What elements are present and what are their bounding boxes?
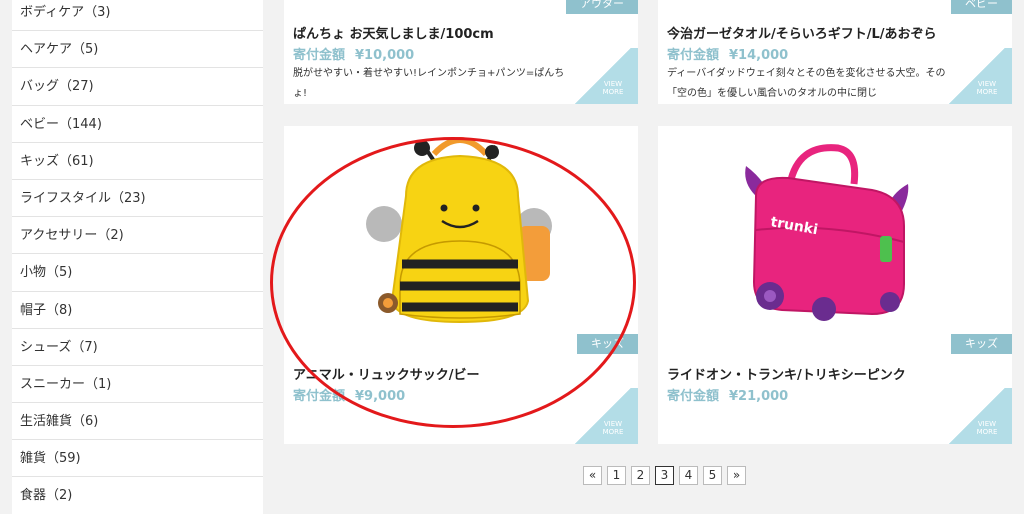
product-title[interactable]: アニマル・リュックサック/ビー bbox=[293, 364, 480, 383]
product-card[interactable]: キッズ アニマル・リュックサック/ビー 寄付金額 ¥9,000 VIEW MORE bbox=[284, 126, 638, 444]
product-price: 寄付金額 ¥14,000 bbox=[667, 44, 788, 63]
price-label: 寄付金額 bbox=[667, 48, 720, 63]
pagination-page-2[interactable]: 2 bbox=[631, 466, 650, 485]
category-item-kids[interactable]: キッズ（61) bbox=[12, 143, 263, 180]
view-more-label: VIEW MORE bbox=[602, 80, 624, 96]
price-value: ¥10,000 bbox=[355, 48, 415, 63]
category-item-hair-care[interactable]: ヘアケア（5) bbox=[12, 31, 263, 69]
product-title[interactable]: ライドオン・トランキ/トリキシーピンク bbox=[667, 364, 906, 383]
view-more-label: VIEW MORE bbox=[976, 420, 998, 436]
product-price: 寄付金額 ¥9,000 bbox=[293, 385, 405, 404]
pagination-prev-button[interactable]: « bbox=[583, 466, 602, 485]
category-item-hat[interactable]: 帽子（8) bbox=[12, 292, 263, 329]
product-description: ディーバイダッドウェイ刻々とその色を変化させる大空。その「空の色」を優しい風合い… bbox=[667, 68, 946, 99]
view-more-button[interactable]: VIEW MORE bbox=[568, 48, 638, 104]
pagination-page-5[interactable]: 5 bbox=[703, 466, 722, 485]
price-value: ¥14,000 bbox=[729, 48, 789, 63]
product-image-bee-backpack[interactable] bbox=[284, 126, 638, 354]
product-title[interactable]: 今治ガーゼタオル/そらいろギフト/L/あおぞら bbox=[667, 23, 937, 42]
category-item-lifestyle[interactable]: ライフスタイル（23) bbox=[12, 180, 263, 218]
view-more-button[interactable]: VIEW MORE bbox=[942, 48, 1012, 104]
category-item-body-care[interactable]: ボディケア（3) bbox=[12, 0, 263, 32]
price-label: 寄付金額 bbox=[293, 389, 346, 404]
product-price: 寄付金額 ¥10,000 bbox=[293, 44, 414, 63]
category-item-bag[interactable]: バッグ（27) bbox=[12, 68, 263, 106]
category-tag: キッズ bbox=[577, 334, 638, 354]
category-item-small-goods[interactable]: 小物（5) bbox=[12, 254, 263, 292]
product-card[interactable]: trunki キッズ ライドオン・トランキ/トリキシーピンク 寄付金額 ¥21,0… bbox=[658, 126, 1012, 444]
category-item-household[interactable]: 生活雑貨（6) bbox=[12, 403, 263, 441]
view-more-label: VIEW MORE bbox=[976, 80, 998, 96]
product-image-trunki[interactable]: trunki bbox=[658, 126, 1012, 354]
pagination-next-button[interactable]: » bbox=[727, 466, 746, 485]
category-item-sneaker[interactable]: スニーカー（1) bbox=[12, 366, 263, 404]
view-more-button[interactable]: VIEW MORE bbox=[568, 388, 638, 444]
product-card[interactable]: ベビー 今治ガーゼタオル/そらいろギフト/L/あおぞら 寄付金額 ¥14,000 … bbox=[658, 0, 1012, 104]
category-tag: アウター bbox=[566, 0, 638, 14]
category-item-shoes[interactable]: シューズ（7) bbox=[12, 329, 263, 366]
category-item-tableware[interactable]: 食器（2) bbox=[12, 477, 263, 514]
product-card[interactable]: アウター ぱんちょ お天気しましま/100cm 寄付金額 ¥10,000 脱がせや… bbox=[284, 0, 638, 104]
view-more-label: VIEW MORE bbox=[602, 420, 624, 436]
category-item-accessory[interactable]: アクセサリー（2) bbox=[12, 217, 263, 255]
pagination-page-4[interactable]: 4 bbox=[679, 466, 698, 485]
category-item-baby[interactable]: ベビー（144) bbox=[12, 106, 263, 143]
price-value: ¥21,000 bbox=[729, 389, 789, 404]
product-price: 寄付金額 ¥21,000 bbox=[667, 385, 788, 404]
category-item-goods[interactable]: 雑貨（59) bbox=[12, 440, 263, 478]
pagination-page-3-current[interactable]: 3 bbox=[655, 466, 674, 485]
category-sidebar: ボディケア（3) ヘアケア（5) バッグ（27) ベビー（144) キッズ（61… bbox=[12, 0, 263, 514]
price-value: ¥9,000 bbox=[355, 389, 406, 404]
view-more-button[interactable]: VIEW MORE bbox=[942, 388, 1012, 444]
price-label: 寄付金額 bbox=[667, 389, 720, 404]
pagination-page-1[interactable]: 1 bbox=[607, 466, 626, 485]
price-label: 寄付金額 bbox=[293, 48, 346, 63]
pagination: « 1 2 3 4 5 » bbox=[583, 466, 746, 485]
category-tag: キッズ bbox=[951, 334, 1012, 354]
product-title[interactable]: ぱんちょ お天気しましま/100cm bbox=[293, 23, 494, 42]
category-tag: ベビー bbox=[951, 0, 1012, 14]
product-description: 脱がせやすい・着せやすい!レインポンチョ+パンツ=ぱんちょ! bbox=[293, 68, 565, 99]
